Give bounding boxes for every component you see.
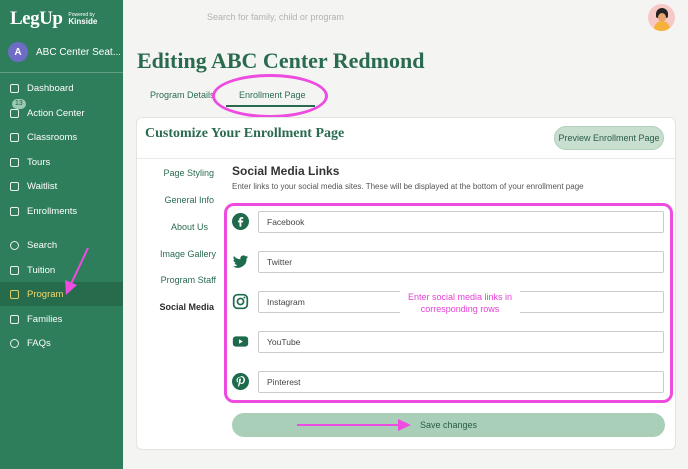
sidebar-item-waitlist[interactable]: Waitlist: [0, 174, 123, 198]
org-name: ABC Center Seat...: [36, 46, 120, 58]
preview-enrollment-page-button[interactable]: Preview Enrollment Page: [554, 126, 664, 150]
annotation-note: Enter social media links in correspondin…: [400, 291, 520, 315]
action-center-icon: [10, 108, 19, 118]
sidebar-item-label: Dashboard: [27, 82, 74, 94]
logo-partner-name: Kinside: [68, 17, 98, 26]
tab-highlight-circle: [212, 74, 328, 118]
org-switcher[interactable]: A ABC Center Seat...: [8, 42, 120, 62]
sidebar-item-label: Waitlist: [27, 180, 58, 192]
sidebar-item-label: FAQs: [27, 337, 51, 349]
org-avatar: A: [8, 42, 28, 62]
global-search-input[interactable]: Search for family, child or program: [207, 12, 344, 22]
dashboard-icon: [10, 83, 19, 93]
sidebar-item-faqs[interactable]: FAQs: [0, 331, 123, 355]
action-center-badge: 13: [12, 99, 26, 109]
sidebar-item-label: Tours: [27, 156, 51, 168]
tuition-icon: [10, 265, 19, 275]
subnav-general-info[interactable]: General Info: [134, 195, 214, 205]
section-title: Social Media Links: [232, 164, 340, 178]
avatar-body: [654, 21, 670, 31]
card-divider: [137, 158, 675, 159]
sidebar-item-enrollments[interactable]: Enrollments: [0, 199, 123, 223]
subnav-social-media[interactable]: Social Media: [134, 302, 214, 312]
tours-icon: [10, 157, 19, 167]
subnav-page-styling[interactable]: Page Styling: [134, 168, 214, 178]
sidebar-item-action-center[interactable]: 13 Action Center: [0, 99, 123, 125]
subnav-about-us[interactable]: About Us: [128, 222, 208, 232]
sidebar-item-label: Action Center: [27, 107, 85, 119]
sidebar-item-tuition[interactable]: Tuition: [0, 258, 123, 282]
families-icon: [10, 314, 19, 324]
sidebar-item-search[interactable]: Search: [0, 233, 123, 257]
tab-program-details[interactable]: Program Details: [150, 90, 215, 100]
enrollments-icon: [10, 206, 19, 216]
subnav-program-staff[interactable]: Program Staff: [136, 275, 216, 285]
sidebar-item-label: Families: [27, 313, 63, 325]
faq-icon: [10, 338, 19, 348]
sidebar: LegUp Powered by Kinside A ABC Center Se…: [0, 0, 123, 469]
sidebar-item-families[interactable]: Families: [0, 307, 123, 331]
section-description: Enter links to your social media sites. …: [232, 182, 584, 191]
subnav-image-gallery[interactable]: Image Gallery: [136, 249, 216, 259]
program-icon: [10, 289, 19, 299]
sidebar-item-label: Search: [27, 239, 58, 251]
logo-partner: Powered by Kinside: [68, 12, 97, 26]
sidebar-item-program[interactable]: Program: [0, 282, 123, 306]
search-icon: [10, 240, 19, 250]
sidebar-item-label: Tuition: [27, 264, 56, 276]
page-title: Editing ABC Center Redmond: [137, 48, 425, 73]
sidebar-divider: [0, 72, 123, 73]
sidebar-item-label: Classrooms: [27, 131, 78, 143]
user-avatar[interactable]: [648, 4, 675, 31]
waitlist-icon: [10, 181, 19, 191]
sidebar-item-label: Program: [27, 288, 64, 300]
sidebar-item-classrooms[interactable]: Classrooms: [0, 125, 123, 149]
logo-text: LegUp: [10, 8, 63, 29]
sidebar-item-dashboard[interactable]: Dashboard: [0, 76, 123, 100]
save-changes-button[interactable]: Save changes: [232, 413, 665, 437]
sidebar-item-tours[interactable]: Tours: [0, 150, 123, 174]
legup-logo[interactable]: LegUp Powered by Kinside: [10, 8, 97, 30]
sidebar-item-label: Enrollments: [27, 205, 78, 217]
classrooms-icon: [10, 132, 19, 142]
card-title: Customize Your Enrollment Page: [145, 126, 345, 141]
